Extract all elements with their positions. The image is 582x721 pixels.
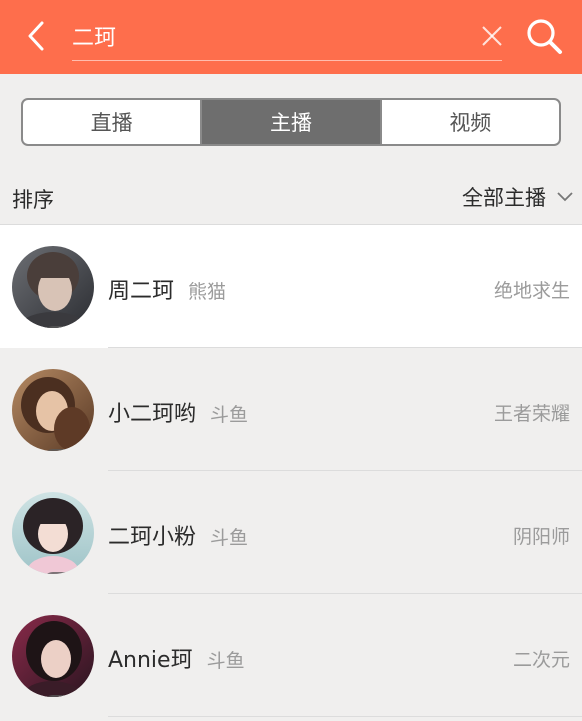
status-badge: 休息: [42, 326, 88, 328]
search-button[interactable]: [522, 14, 566, 58]
platform-label: 熊猫: [188, 281, 227, 303]
list-item[interactable]: 休息 小二珂哟斗鱼 王者荣耀: [0, 348, 582, 471]
status-badge: 休息: [42, 449, 88, 451]
sort-button[interactable]: 排序: [12, 184, 54, 214]
divider: [108, 716, 582, 717]
avatar: 休息: [12, 492, 94, 574]
back-button[interactable]: [18, 16, 54, 56]
streamer-name: 周二珂 熊猫: [108, 273, 226, 305]
avatar: 休息: [12, 615, 94, 697]
search-header: [0, 0, 582, 74]
streamer-list: 休息 周二珂熊猫 绝地求生 休息 小二珂哟斗鱼 王者荣耀: [0, 225, 582, 717]
avatar: 休息: [12, 246, 94, 328]
tab-video[interactable]: 视频: [379, 100, 559, 144]
category-label: 阴阳师: [512, 526, 570, 548]
streamer-filter-dropdown[interactable]: 全部主播: [462, 180, 574, 214]
sort-bar: 排序 全部主播: [0, 170, 582, 225]
list-item[interactable]: 休息 二珂小粉斗鱼 阴阳师: [0, 471, 582, 594]
chevron-down-icon: [556, 191, 574, 203]
streamer-name-text: 周二珂: [108, 279, 175, 304]
search-icon: [527, 19, 562, 54]
clear-button[interactable]: [478, 22, 506, 50]
platform-label: 斗鱼: [210, 527, 249, 549]
filter-label: 全部主播: [462, 186, 546, 210]
list-item[interactable]: 休息 周二珂熊猫 绝地求生: [0, 225, 582, 348]
search-input[interactable]: [72, 20, 462, 52]
category-label: 王者荣耀: [493, 403, 570, 425]
back-arrow-icon: [28, 21, 44, 51]
category-label: 二次元: [512, 649, 570, 671]
streamer-name: Annie珂 斗鱼: [108, 642, 245, 674]
platform-label: 斗鱼: [210, 404, 249, 426]
search-field: [72, 14, 502, 61]
tab-streamer[interactable]: 主播: [200, 100, 380, 144]
streamer-name: 小二珂哟 斗鱼: [108, 396, 248, 428]
streamer-name-text: 小二珂哟: [108, 402, 197, 427]
status-badge: 休息: [42, 695, 88, 697]
platform-label: 斗鱼: [206, 650, 245, 672]
streamer-name-text: 二珂小粉: [108, 525, 197, 550]
list-item[interactable]: 休息 Annie珂斗鱼 二次元: [0, 594, 582, 717]
avatar: 休息: [12, 369, 94, 451]
tab-live[interactable]: 直播: [23, 100, 200, 144]
category-label: 绝地求生: [493, 280, 570, 302]
status-badge: 休息: [42, 572, 88, 574]
streamer-name: 二珂小粉 斗鱼: [108, 519, 248, 551]
close-icon: [482, 26, 502, 46]
streamer-name-text: Annie珂: [108, 648, 193, 673]
result-type-tabs: 直播 主播 视频: [21, 98, 561, 146]
